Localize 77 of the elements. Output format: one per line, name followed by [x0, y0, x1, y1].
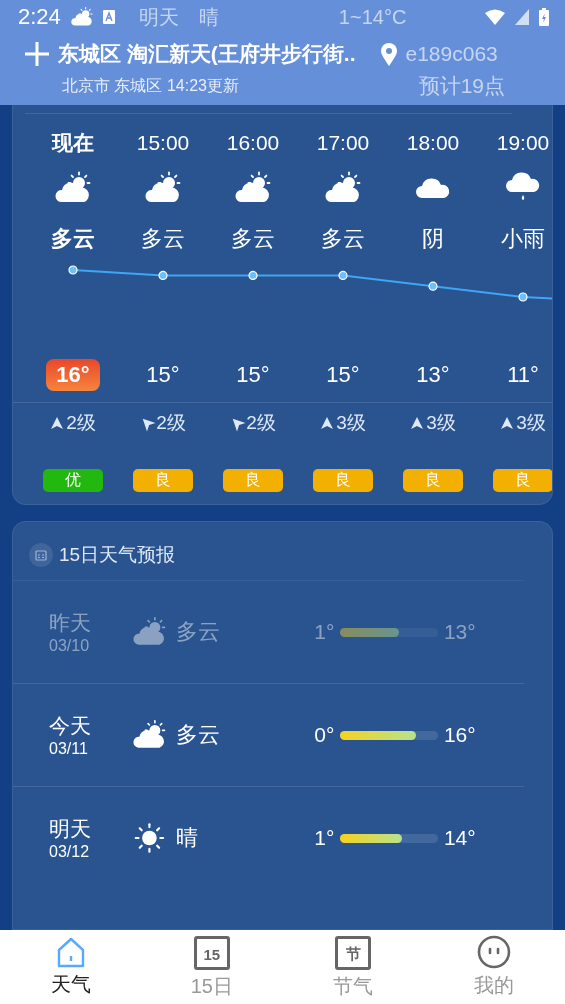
air-quality-badge: 良 — [403, 468, 463, 492]
calendar-icon-text: 节 — [345, 945, 361, 964]
calendar-icon — [29, 543, 53, 567]
keyboard-icon — [102, 10, 115, 24]
high-temp: 16° — [443, 723, 477, 747]
calendar-icon-text: 15 — [203, 946, 221, 963]
forecast-row[interactable]: 明天 03/12 晴 1° 14° — [13, 786, 524, 889]
partly-cloudy-icon — [70, 6, 93, 28]
face-icon — [477, 935, 512, 969]
forecast-row[interactable]: 今天 03/11 多云 0° 16° — [13, 683, 524, 786]
air-quality-badge: 良 — [313, 468, 373, 492]
nav-tab[interactable]: 节 节气 — [282, 930, 424, 1004]
high-temp: 14° — [443, 826, 477, 850]
current-temp-badge: 16° — [46, 359, 100, 391]
temp-label: 15° — [325, 361, 361, 389]
wind-level: 2级 — [246, 411, 276, 435]
low-temp: 1° — [313, 620, 335, 644]
temp-label: 13° — [415, 361, 451, 389]
location-title: 东城区 淘汇新天(王府井步行街.. — [58, 41, 356, 67]
condition-label: 阴 — [422, 225, 444, 253]
hour-label: 17:00 — [316, 131, 370, 155]
background-text: 明天 — [138, 4, 179, 30]
hour-label: 19:00 — [496, 131, 550, 155]
date-label: 03/10 — [49, 637, 91, 655]
day-label: 昨天 — [49, 610, 92, 636]
forecast-row[interactable]: 昨天 03/10 多云 1° 13° — [13, 580, 524, 683]
low-temp: 1° — [313, 826, 335, 850]
wind-level: 3级 — [516, 411, 546, 435]
condition-label: 多云 — [141, 225, 185, 253]
air-quality-badge: 良 — [493, 468, 552, 492]
wind-arrow-icon — [410, 416, 425, 430]
day-label: 明天 — [49, 816, 92, 842]
wind-level: 2级 — [66, 411, 96, 435]
wind-level: 3级 — [336, 411, 366, 435]
hour-label: 16:00 — [226, 131, 280, 155]
forecast-title: 15日天气预报 — [59, 543, 176, 567]
background-text: 预计19点 — [418, 73, 505, 99]
add-icon[interactable] — [24, 41, 50, 67]
date-label: 03/11 — [49, 740, 89, 758]
hour-label: 现在 — [52, 130, 94, 156]
condition-label: 小雨 — [501, 225, 545, 253]
condition-label: 多云 — [175, 618, 221, 646]
date-label: 03/12 — [49, 843, 91, 861]
air-quality-badge: 良 — [133, 468, 193, 492]
background-text: 1~14°C — [338, 5, 407, 29]
condition-label: 多云 — [51, 225, 95, 253]
nav-tab[interactable]: 天气 — [0, 930, 142, 1004]
signal-icon — [515, 9, 529, 25]
hour-label: 15:00 — [136, 131, 190, 155]
nav-tab[interactable]: 我的 — [423, 930, 565, 1004]
temp-label: 15° — [145, 361, 181, 389]
status-time: 2:24 — [18, 4, 61, 30]
temp-label: 15° — [235, 361, 271, 389]
wind-arrow-icon — [50, 416, 65, 430]
wind-level: 2级 — [156, 411, 186, 435]
condition-label: 多云 — [231, 225, 275, 253]
condition-label: 多云 — [321, 225, 365, 253]
nav-tab[interactable]: 15 15日 — [141, 930, 283, 1004]
sun-icon — [132, 820, 166, 856]
air-quality-badge: 良 — [223, 468, 283, 492]
wind-arrow-icon — [500, 416, 515, 430]
condition-label: 多云 — [175, 721, 221, 749]
hour-label: 18:00 — [406, 131, 460, 155]
high-temp: 13° — [443, 620, 477, 644]
wind-level: 3级 — [426, 411, 456, 435]
background-text: 晴 — [198, 4, 219, 30]
day-label: 今天 — [49, 713, 92, 739]
background-text: e189c063 — [405, 42, 498, 66]
battery-icon — [539, 8, 549, 26]
update-info: 北京市 东城区 14:23更新 — [62, 75, 239, 96]
temp-label: 11° — [506, 361, 540, 389]
condition-label: 晴 — [175, 824, 199, 852]
wind-arrow-icon — [320, 416, 335, 430]
wifi-icon — [485, 9, 505, 25]
location-pin-icon[interactable] — [379, 42, 398, 66]
air-quality-badge: 优 — [43, 468, 103, 492]
low-temp: 0° — [313, 723, 335, 747]
